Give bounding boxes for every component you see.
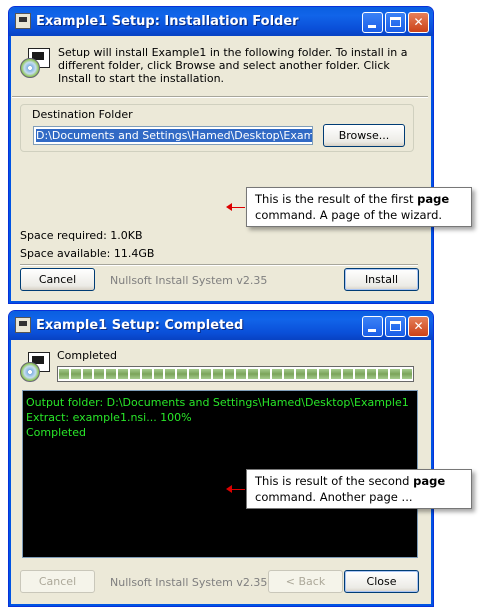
destination-path-input[interactable]: D:\Documents and Settings\Hamed\Desktop\… — [33, 126, 313, 145]
minimize-button[interactable] — [362, 316, 383, 337]
cancel-button[interactable]: Cancel — [20, 268, 95, 291]
space-available-label: Space available: 11.4GB — [20, 247, 155, 260]
progress-segment — [354, 369, 365, 379]
progress-segment — [59, 369, 69, 379]
installer-icon — [15, 317, 31, 333]
callout-arrow-icon — [226, 203, 246, 212]
progress-segment — [236, 369, 247, 379]
callout-text: command. A page of the wizard. — [255, 208, 443, 222]
log-line: Completed — [26, 426, 86, 439]
window-title: Example1 Setup: Completed — [36, 318, 244, 333]
progress-segment — [342, 369, 353, 379]
minimize-button[interactable] — [362, 12, 383, 33]
progress-segment — [165, 369, 176, 379]
nsis-branding: Nullsoft Install System v2.35 — [110, 576, 268, 589]
progress-segment — [129, 369, 140, 379]
progress-segment — [390, 369, 401, 379]
progress-segment — [200, 369, 211, 379]
title-bar[interactable]: Example1 Setup: Installation Folder ✕ — [9, 7, 433, 36]
progress-segment — [378, 369, 389, 379]
progress-segment — [283, 369, 294, 379]
callout-text: This is result of the second — [255, 474, 414, 488]
destination-legend: Destination Folder — [30, 108, 135, 121]
close-dialog-button[interactable]: Close — [344, 570, 419, 593]
progress-segment — [260, 369, 270, 379]
progress-segment — [106, 369, 117, 379]
status-label: Completed — [57, 349, 117, 362]
progress-segment — [319, 369, 330, 379]
cancel-button: Cancel — [20, 570, 95, 593]
log-line: Output folder: D:\Documents and Settings… — [26, 396, 409, 409]
progress-segment — [295, 369, 306, 379]
progress-segment — [141, 369, 152, 379]
close-button[interactable]: ✕ — [408, 316, 429, 337]
progress-segment — [212, 369, 223, 379]
install-button[interactable]: Install — [344, 268, 419, 291]
nsis-branding: Nullsoft Install System v2.35 — [110, 274, 268, 287]
progress-segment — [189, 369, 199, 379]
progress-segment — [70, 369, 81, 379]
setup-cd-icon — [20, 46, 52, 78]
title-bar[interactable]: Example1 Setup: Completed ✕ — [9, 311, 433, 340]
progress-segment — [271, 369, 282, 379]
progress-segment — [224, 369, 235, 379]
callout-text: command. Another page ... — [255, 490, 413, 504]
callout-first-page: This is the result of the first page com… — [246, 187, 472, 227]
maximize-button[interactable] — [385, 12, 406, 33]
progress-segment — [331, 369, 341, 379]
progress-segment — [177, 369, 188, 379]
callout-arrow-icon — [226, 485, 246, 494]
progress-segment — [118, 369, 128, 379]
progress-segment — [402, 369, 412, 379]
footer-separator — [20, 264, 418, 266]
progress-segment — [248, 369, 259, 379]
back-button: < Back — [268, 570, 343, 593]
maximize-button[interactable] — [385, 316, 406, 337]
close-button[interactable]: ✕ — [408, 12, 429, 33]
progress-segment — [366, 369, 377, 379]
install-progress-bar — [57, 366, 414, 382]
install-description: Setup will install Example1 in the follo… — [58, 46, 408, 85]
window-title: Example1 Setup: Installation Folder — [36, 14, 299, 29]
callout-bold: page — [413, 474, 446, 488]
header-separator — [12, 96, 428, 98]
callout-second-page: This is result of the second page comman… — [246, 469, 472, 509]
progress-segment — [153, 369, 164, 379]
space-required-label: Space required: 1.0KB — [20, 229, 143, 242]
callout-text: This is the result of the first — [255, 192, 418, 206]
callout-bold: page — [417, 192, 450, 206]
path-selected-text: D:\Documents and Settings\Hamed\Desktop\… — [36, 129, 312, 142]
browse-button[interactable]: Browse... — [323, 124, 405, 147]
installer-icon — [15, 13, 31, 29]
log-line: Extract: example1.nsi... 100% — [26, 411, 192, 424]
progress-segment — [94, 369, 105, 379]
setup-cd-icon — [20, 350, 52, 382]
progress-segment — [307, 369, 318, 379]
progress-segment — [82, 369, 93, 379]
